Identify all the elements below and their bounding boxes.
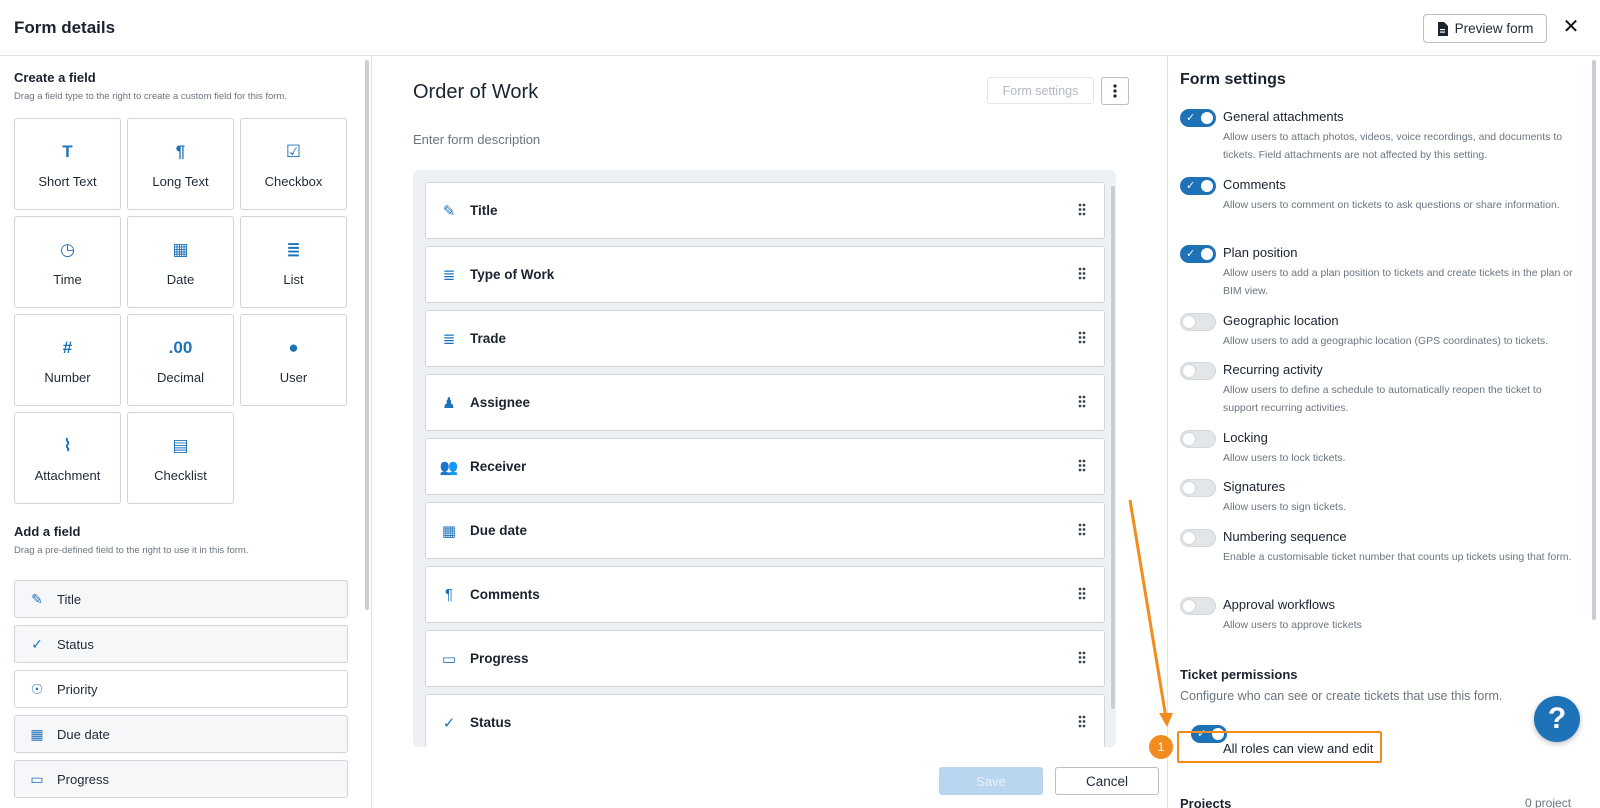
annotation-arrow xyxy=(1128,499,1173,727)
annotation-highlight xyxy=(1177,731,1382,763)
annotation-step-badge: 1 xyxy=(1149,735,1173,759)
help-button[interactable]: ? xyxy=(1534,696,1580,742)
